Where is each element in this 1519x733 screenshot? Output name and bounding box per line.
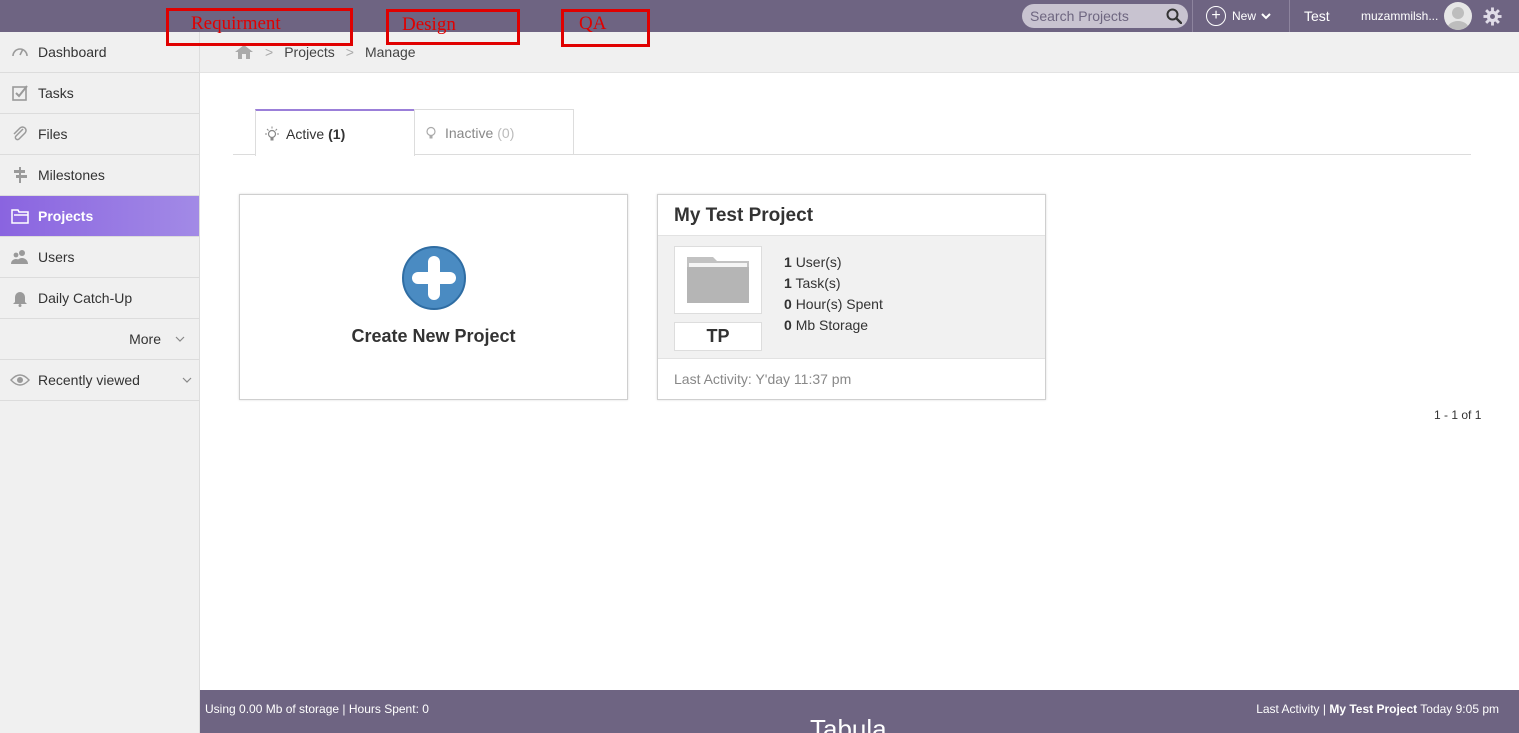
breadcrumb-separator: >: [345, 44, 354, 60]
sidebar-item-label: Projects: [38, 208, 94, 224]
test-link[interactable]: Test: [1304, 8, 1330, 24]
chevron-down-icon: [1261, 13, 1271, 20]
chevron-down-icon: [175, 336, 185, 342]
plus-circle-icon: [402, 246, 466, 310]
home-icon[interactable]: [234, 44, 254, 60]
project-initials: TP: [674, 322, 762, 351]
divider: [1192, 0, 1193, 32]
stat-value: 1: [784, 275, 792, 291]
storage-usage: Using 0.00 Mb of storage | Hours Spent: …: [205, 702, 429, 716]
lightbulb-off-icon: [426, 126, 436, 138]
username[interactable]: muzammilsh...: [1361, 9, 1438, 23]
stat-label: User(s): [795, 254, 842, 270]
user-avatar-icon: [1447, 7, 1469, 30]
tab-inactive-count: (0): [497, 124, 515, 141]
tab-active-count: (1): [328, 125, 346, 142]
search-box[interactable]: [1022, 4, 1188, 28]
sidebar-item-users[interactable]: Users: [0, 237, 199, 278]
annotation-design: Design: [386, 9, 520, 45]
tab-inactive[interactable]: Inactive (0): [414, 109, 574, 155]
search-input[interactable]: [1022, 4, 1162, 28]
folder-icon: [10, 206, 30, 226]
gear-icon[interactable]: [1483, 7, 1502, 26]
breadcrumb-manage: Manage: [364, 44, 416, 60]
breadcrumb-separator: >: [265, 44, 274, 60]
sidebar-item-tasks[interactable]: Tasks: [0, 73, 199, 114]
more-label: More: [129, 331, 161, 347]
breadcrumb-projects[interactable]: Projects: [284, 44, 335, 60]
sidebar-item-label: Users: [38, 249, 75, 265]
sidebar-more-toggle[interactable]: More: [0, 319, 199, 360]
search-icon[interactable]: [1166, 8, 1182, 24]
sidebar-item-label: Files: [38, 126, 68, 142]
new-button[interactable]: + New: [1206, 6, 1272, 26]
project-thumbnail: [674, 246, 762, 314]
sidebar-item-label: Tasks: [38, 85, 74, 101]
sidebar-recently-viewed[interactable]: Recently viewed: [0, 360, 199, 401]
stat-storage: 0 Mb Storage: [784, 315, 883, 336]
stat-label: Mb Storage: [795, 317, 869, 333]
new-label: New: [1232, 9, 1257, 23]
checklist-icon: [10, 83, 30, 103]
stat-users: 1 User(s): [784, 252, 883, 273]
users-icon: [10, 247, 30, 267]
footer-last-activity: Last Activity | My Test Project Today 9:…: [1256, 702, 1499, 716]
paperclip-icon: [10, 124, 30, 144]
stat-value: 0: [784, 296, 792, 312]
signpost-icon: [10, 165, 30, 185]
eye-icon: [10, 370, 30, 390]
project-last-activity: Last Activity: Y'day 11:37 pm: [674, 371, 852, 387]
bell-icon: [10, 288, 30, 308]
tab-inactive-label: Inactive: [445, 124, 494, 141]
sidebar: Dashboard Tasks Files Milestones Project…: [0, 32, 200, 733]
add-circle-icon: +: [1206, 6, 1226, 26]
lightbulb-on-icon: [265, 126, 279, 140]
project-title[interactable]: My Test Project: [674, 205, 813, 227]
stat-value: 1: [784, 254, 792, 270]
folder-icon: [687, 257, 749, 303]
stat-hours: 0 Hour(s) Spent: [784, 294, 883, 315]
create-project-card[interactable]: Create New Project: [239, 194, 628, 400]
sidebar-item-daily-catch-up[interactable]: Daily Catch-Up: [0, 278, 199, 319]
project-stats: 1 User(s) 1 Task(s) 0 Hour(s) Spent 0 Mb…: [784, 252, 883, 336]
sidebar-item-milestones[interactable]: Milestones: [0, 155, 199, 196]
project-tabs: Active (1) Inactive (0): [233, 109, 1471, 156]
sidebar-item-label: Dashboard: [38, 44, 107, 60]
tab-active-label: Active: [286, 125, 325, 142]
recently-viewed-label: Recently viewed: [38, 372, 140, 388]
last-activity-project-link[interactable]: My Test Project: [1329, 702, 1417, 716]
annotation-qa: QA: [561, 9, 650, 47]
tab-active[interactable]: Active (1): [255, 109, 415, 156]
project-summary: TP 1 User(s) 1 Task(s) 0 Hour(s) Spent 0…: [658, 235, 1045, 359]
brand-logo: Tabula: [810, 714, 887, 733]
sidebar-item-files[interactable]: Files: [0, 114, 199, 155]
avatar[interactable]: [1444, 2, 1472, 30]
pagination-info: 1 - 1 of 1: [1434, 408, 1482, 422]
sidebar-item-label: Milestones: [38, 167, 105, 183]
annotation-requirement: Requirment: [166, 8, 353, 46]
chevron-down-icon: [182, 377, 192, 383]
stat-tasks: 1 Task(s): [784, 273, 883, 294]
sidebar-item-projects[interactable]: Projects: [0, 196, 199, 237]
divider: [1289, 0, 1290, 32]
stat-value: 0: [784, 317, 792, 333]
create-project-label: Create New Project: [351, 326, 516, 346]
stat-label: Hour(s) Spent: [795, 296, 883, 312]
last-activity-time: Today 9:05 pm: [1420, 702, 1499, 716]
footer: Using 0.00 Mb of storage | Hours Spent: …: [200, 690, 1519, 733]
stat-label: Task(s): [795, 275, 841, 291]
sidebar-item-label: Daily Catch-Up: [38, 290, 133, 306]
project-card[interactable]: My Test Project TP 1 User(s) 1 Task(s) 0…: [657, 194, 1046, 400]
speedometer-icon: [10, 42, 30, 62]
last-activity-prefix: Last Activity |: [1256, 702, 1326, 716]
